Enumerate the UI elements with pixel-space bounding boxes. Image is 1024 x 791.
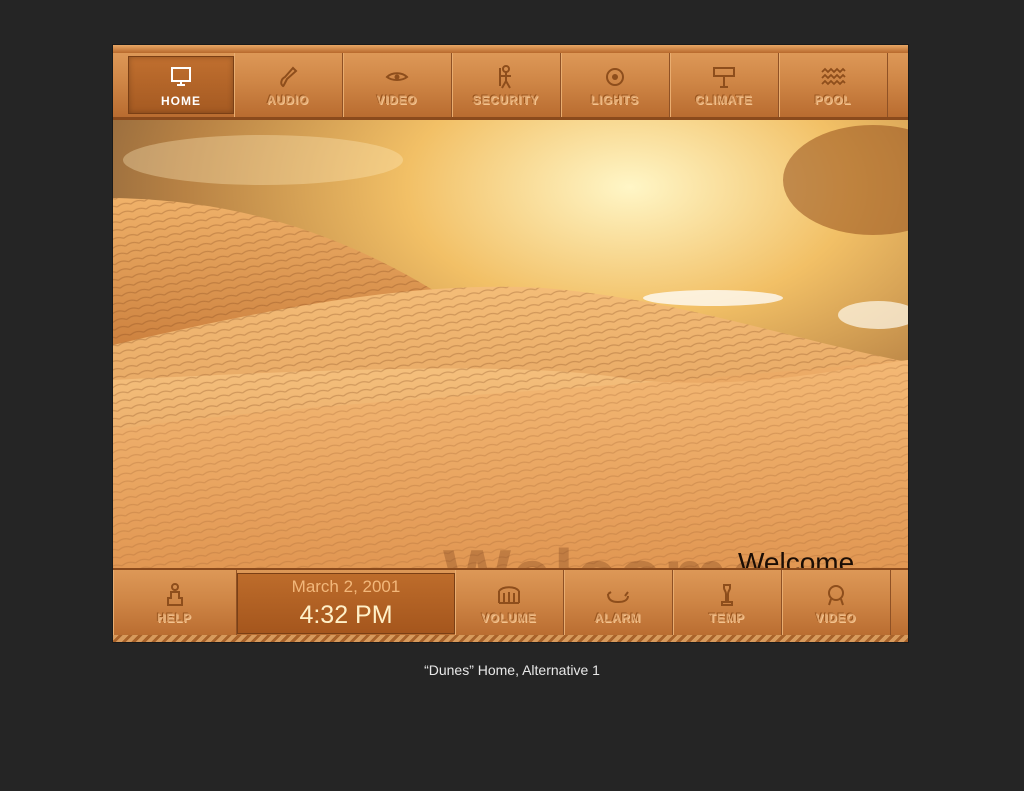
bottom-nav-bar: HELP March 2, 2001 4:32 PM VOLUME ALARM … bbox=[113, 568, 908, 637]
nav-audio-label: AUDIO bbox=[266, 94, 310, 107]
nav-climate-button[interactable]: CLIMATE bbox=[670, 53, 779, 117]
screen-icon bbox=[168, 63, 194, 89]
alarm-label: ALARM bbox=[594, 613, 642, 625]
temp-label: TEMP bbox=[709, 613, 745, 625]
sign-icon bbox=[711, 64, 737, 90]
guard-figure-icon bbox=[493, 64, 519, 90]
temp-button[interactable]: TEMP bbox=[673, 570, 782, 637]
nav-lights-label: LIGHTS bbox=[590, 94, 640, 107]
date-time-display: March 2, 2001 4:32 PM bbox=[237, 573, 455, 634]
water-waves-icon bbox=[820, 64, 846, 90]
eye-icon bbox=[384, 64, 410, 90]
nav-lights-button[interactable]: LIGHTS bbox=[561, 53, 670, 117]
nav-pool-label: POOL bbox=[814, 94, 852, 107]
volume-label: VOLUME bbox=[481, 613, 537, 625]
volume-button[interactable]: VOLUME bbox=[455, 570, 564, 637]
seated-figure-icon bbox=[162, 582, 188, 608]
bird-icon bbox=[605, 582, 631, 608]
alarm-button[interactable]: ALARM bbox=[564, 570, 673, 637]
nav-audio-button[interactable]: AUDIO bbox=[234, 53, 343, 117]
nav-security-button[interactable]: SECURITY bbox=[452, 53, 561, 117]
top-nav-bar: HOME AUDIO VIDEO SECURITY LIGHTS CLIMATE… bbox=[113, 53, 908, 120]
nav-climate-label: CLIMATE bbox=[695, 94, 753, 107]
head-icon bbox=[823, 582, 849, 608]
harp-icon bbox=[496, 582, 522, 608]
time-text: 4:32 PM bbox=[299, 601, 393, 629]
nav-video-label: VIDEO bbox=[376, 94, 418, 107]
nav-home-label: HOME bbox=[161, 93, 201, 108]
nav-home-button[interactable]: HOME bbox=[128, 56, 234, 114]
video-bottom-label: VIDEO bbox=[815, 613, 857, 625]
top-decor-strip bbox=[113, 45, 908, 53]
caption: “Dunes” Home, Alternative 1 bbox=[424, 662, 600, 678]
video-bottom-button[interactable]: VIDEO bbox=[782, 570, 891, 637]
touch-panel: HOME AUDIO VIDEO SECURITY LIGHTS CLIMATE… bbox=[113, 45, 908, 642]
sun-disk-icon bbox=[602, 64, 628, 90]
bottom-decor-strip bbox=[113, 635, 908, 642]
guitar-icon bbox=[275, 64, 301, 90]
help-button[interactable]: HELP bbox=[113, 570, 237, 637]
help-label: HELP bbox=[157, 613, 192, 625]
nav-video-button[interactable]: VIDEO bbox=[343, 53, 452, 117]
welcome-text: Welcome bbox=[738, 547, 855, 568]
nav-pool-button[interactable]: POOL bbox=[779, 53, 888, 117]
nav-security-label: SECURITY bbox=[472, 94, 540, 107]
dunes-background: Welcome Welcome bbox=[113, 120, 908, 568]
date-text: March 2, 2001 bbox=[291, 577, 401, 596]
welcome-watermark: Welcome bbox=[443, 535, 772, 568]
vessel-icon bbox=[714, 582, 740, 608]
